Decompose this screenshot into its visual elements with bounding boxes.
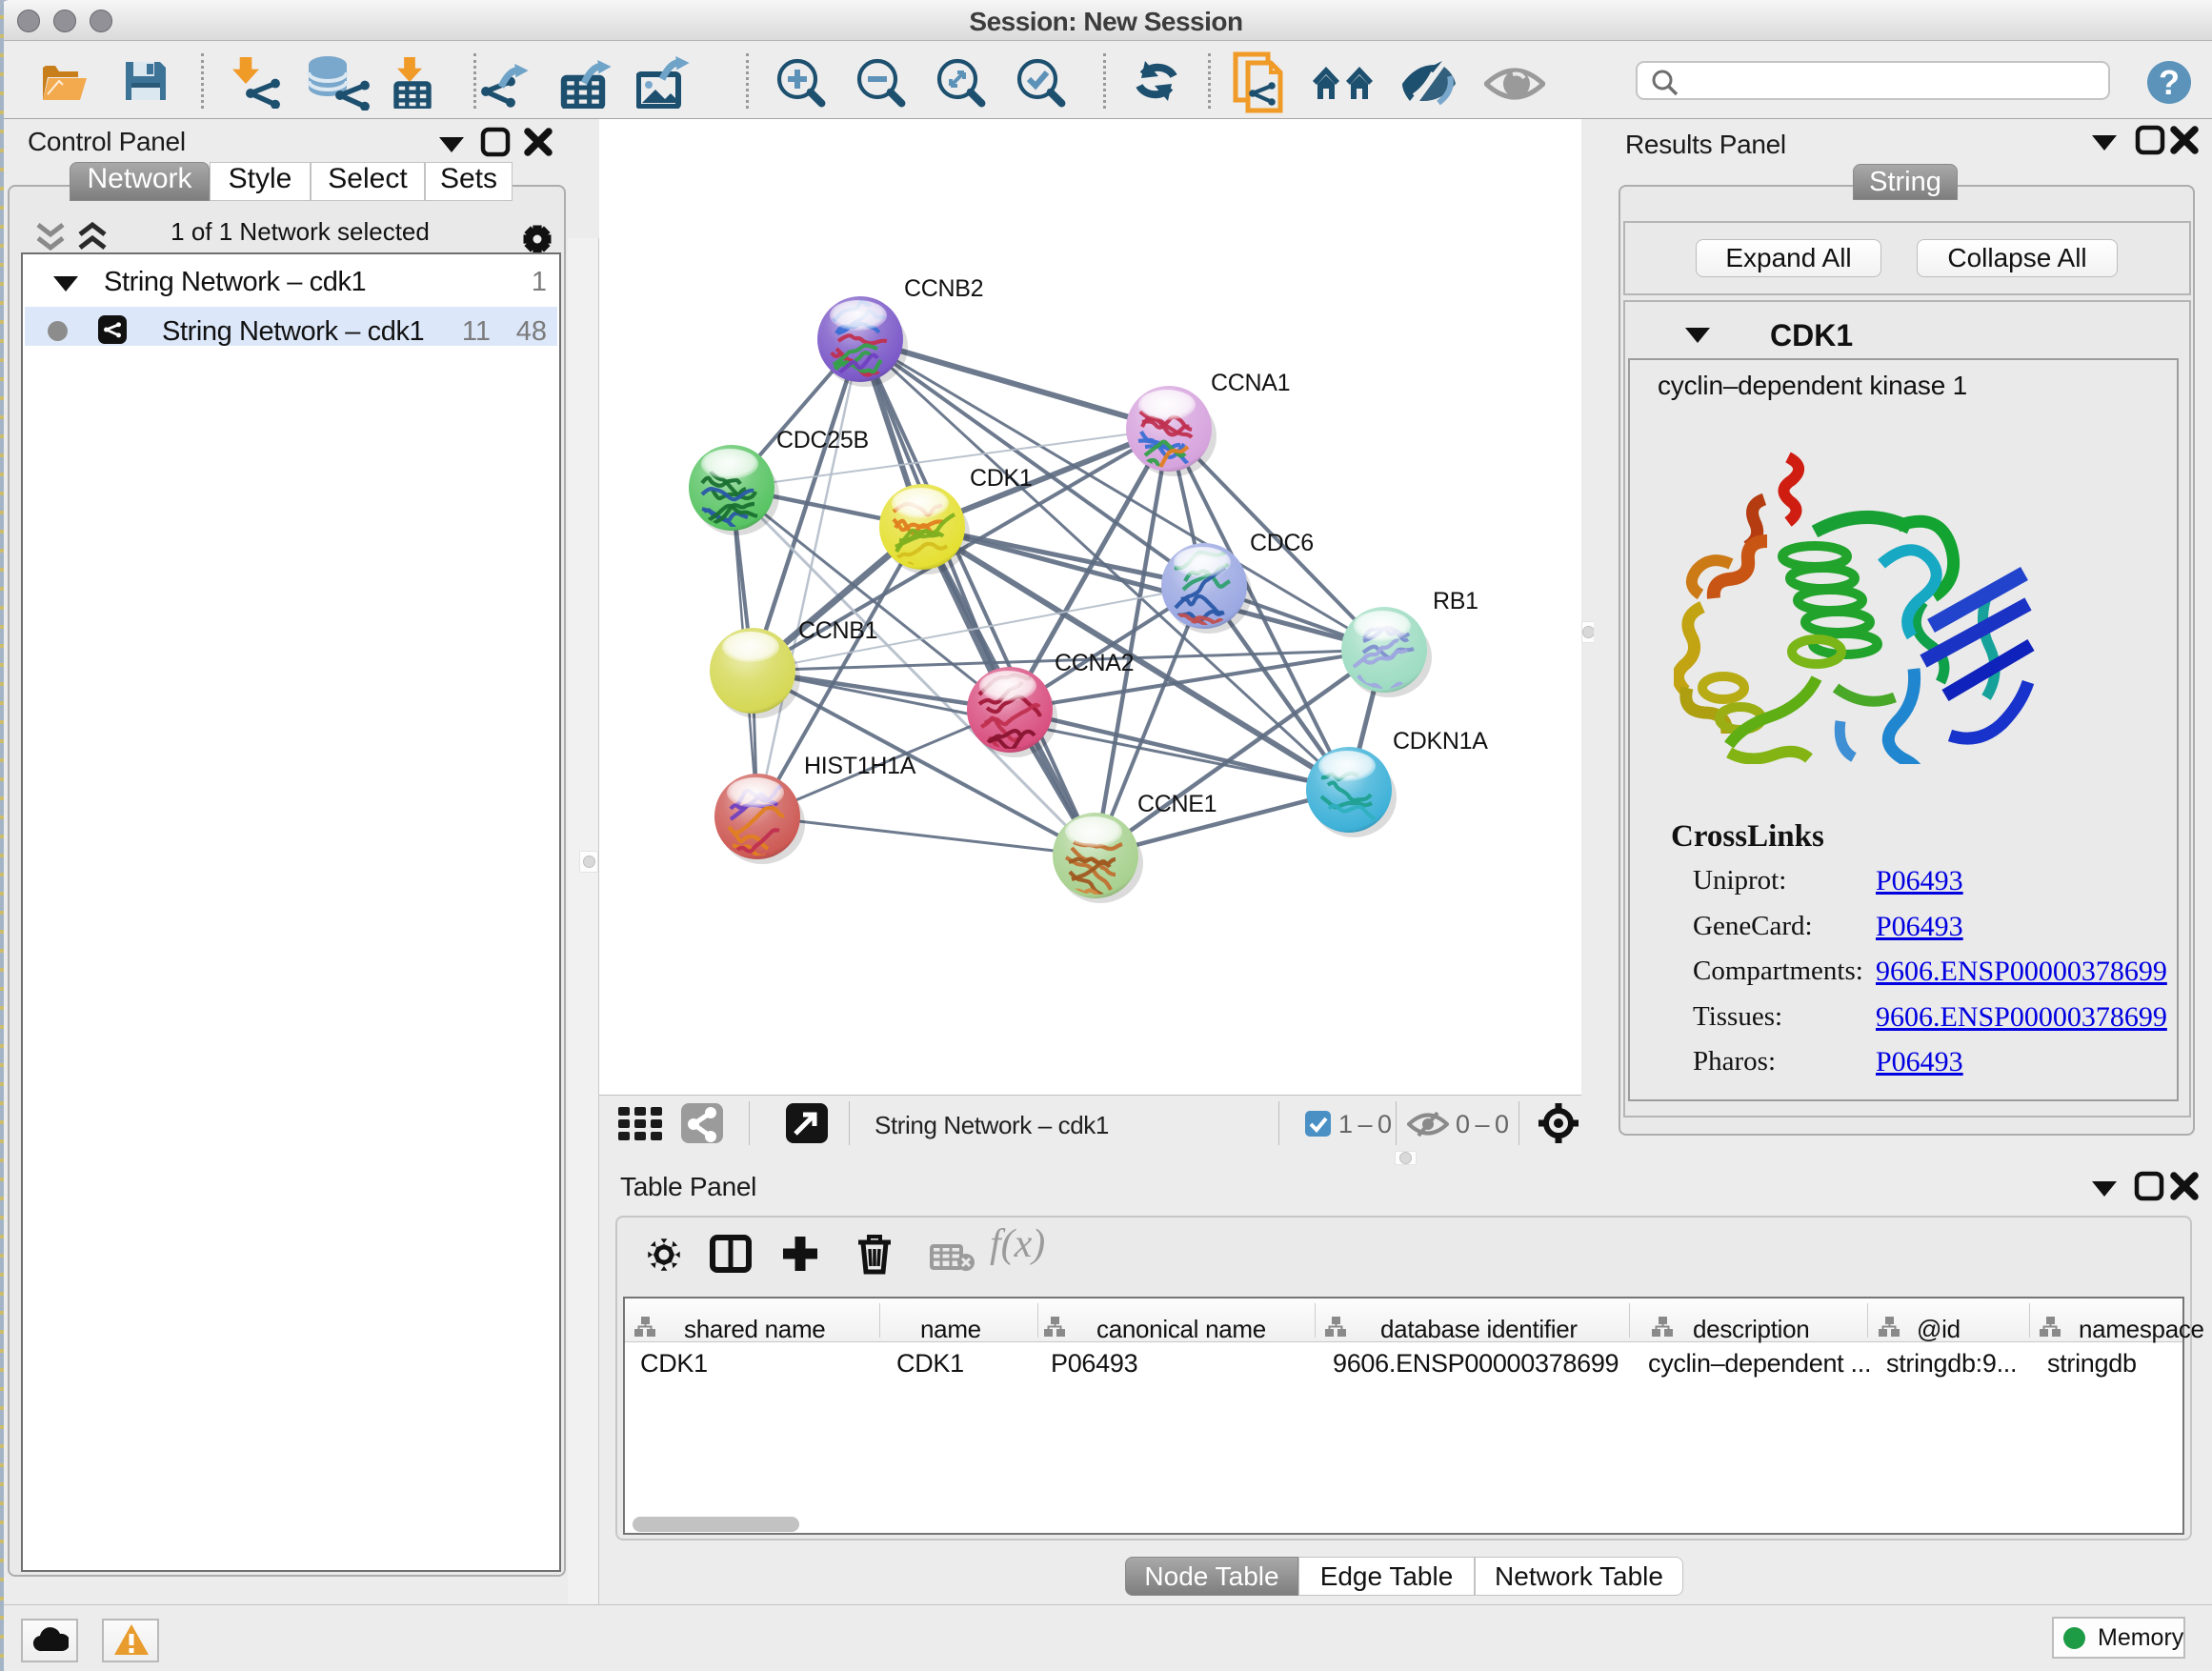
- svg-text:CDK1: CDK1: [970, 465, 1033, 492]
- svg-text:CCNA1: CCNA1: [1211, 370, 1290, 396]
- svg-text:HIST1H1A: HIST1H1A: [804, 753, 916, 779]
- svg-text:CDKN1A: CDKN1A: [1393, 728, 1488, 755]
- svg-text:RB1: RB1: [1433, 588, 1478, 614]
- svg-text:CCNA2: CCNA2: [1055, 650, 1134, 676]
- svg-text:CCNB2: CCNB2: [904, 275, 983, 302]
- svg-text:CDC6: CDC6: [1250, 530, 1314, 556]
- svg-text:CCNE1: CCNE1: [1137, 791, 1217, 817]
- svg-text:CDC25B: CDC25B: [776, 427, 869, 453]
- svg-text:CCNB1: CCNB1: [798, 617, 877, 644]
